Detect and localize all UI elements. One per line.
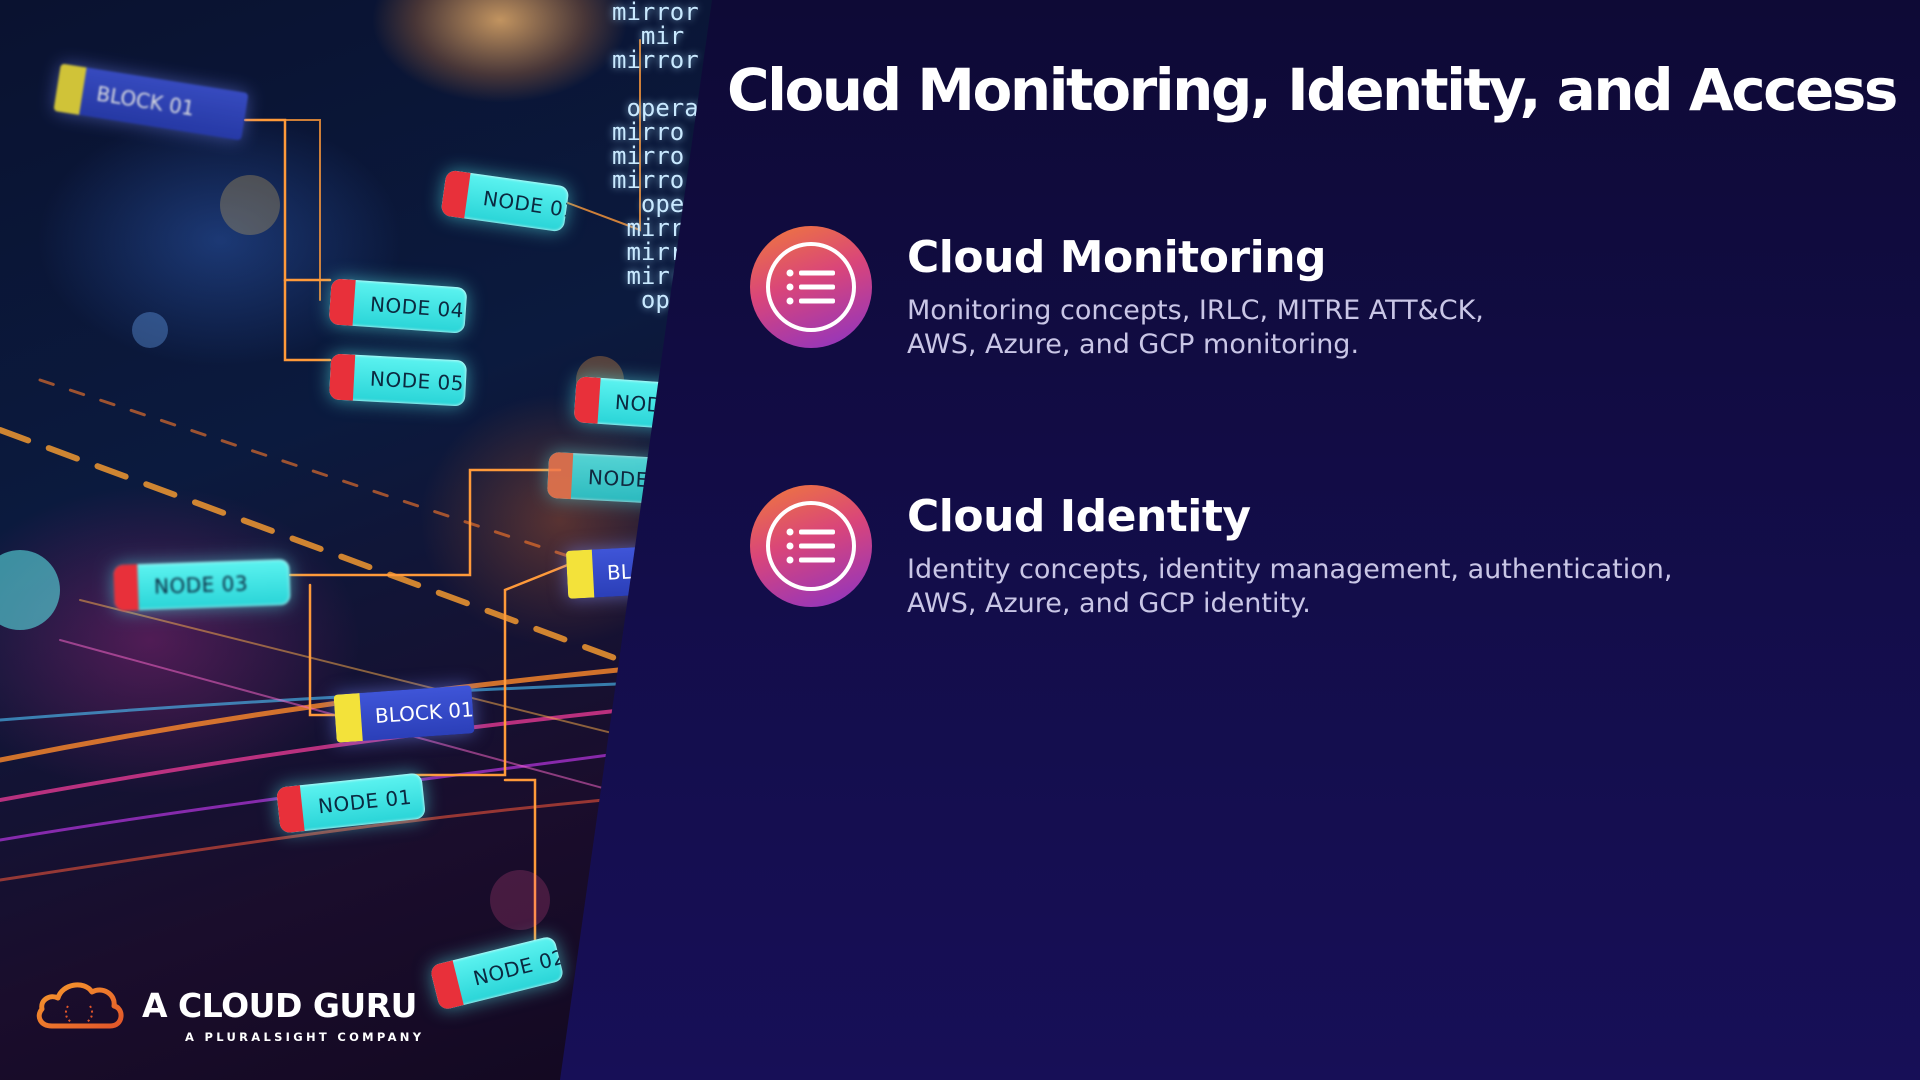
topic-description: Identity concepts, identity management, … — [907, 553, 1807, 621]
topic-description-line: AWS, Azure, and GCP identity. — [907, 588, 1311, 619]
node-label: NODE 05 — [328, 353, 468, 407]
topic-description: Monitoring concepts, IRLC, MITRE ATT&CK,… — [907, 294, 1807, 362]
node-label-text: NODE 03 — [153, 571, 249, 599]
brand-name: A CLOUD GURU — [142, 986, 417, 1025]
block-label-text: BLOCK 01 — [94, 81, 197, 121]
node-label-text: NODE 01 — [481, 186, 570, 223]
cloud-logo-icon — [36, 982, 124, 1029]
topic-heading: Cloud Monitoring — [907, 232, 1327, 283]
brand-tagline: A PLURALSIGHT COMPANY — [185, 1030, 425, 1044]
block-label-text: BLOCK 01 — [374, 697, 475, 728]
list-icon — [750, 226, 872, 348]
node-label-text: NODE 05 — [369, 366, 465, 396]
topic-description-line: Monitoring concepts, IRLC, MITRE ATT&CK, — [907, 295, 1484, 326]
node-label-text: NODE 04 — [369, 292, 465, 323]
slide: mirror mir mirror operat mirro mirro mir… — [0, 0, 1920, 1080]
topic-item-cloud-identity: Cloud Identity Identity concepts, identi… — [750, 485, 1850, 625]
topic-description-line: Identity concepts, identity management, … — [907, 554, 1673, 585]
topic-heading: Cloud Identity — [907, 491, 1251, 542]
node-label: NODE 03 — [113, 558, 291, 612]
topic-item-cloud-monitoring: Cloud Monitoring Monitoring concepts, IR… — [750, 226, 1850, 366]
brand-logo: A CLOUD GURU A PLURALSIGHT COMPANY — [34, 976, 434, 1046]
topic-description-line: AWS, Azure, and GCP monitoring. — [907, 329, 1360, 360]
block-label: BLOCK 01 — [333, 685, 475, 743]
node-label: NODE 04 — [328, 278, 468, 334]
slide-title: Cloud Monitoring, Identity, and Access — [727, 56, 1898, 124]
list-icon — [750, 485, 872, 607]
node-label-text: NODE 01 — [316, 784, 413, 819]
